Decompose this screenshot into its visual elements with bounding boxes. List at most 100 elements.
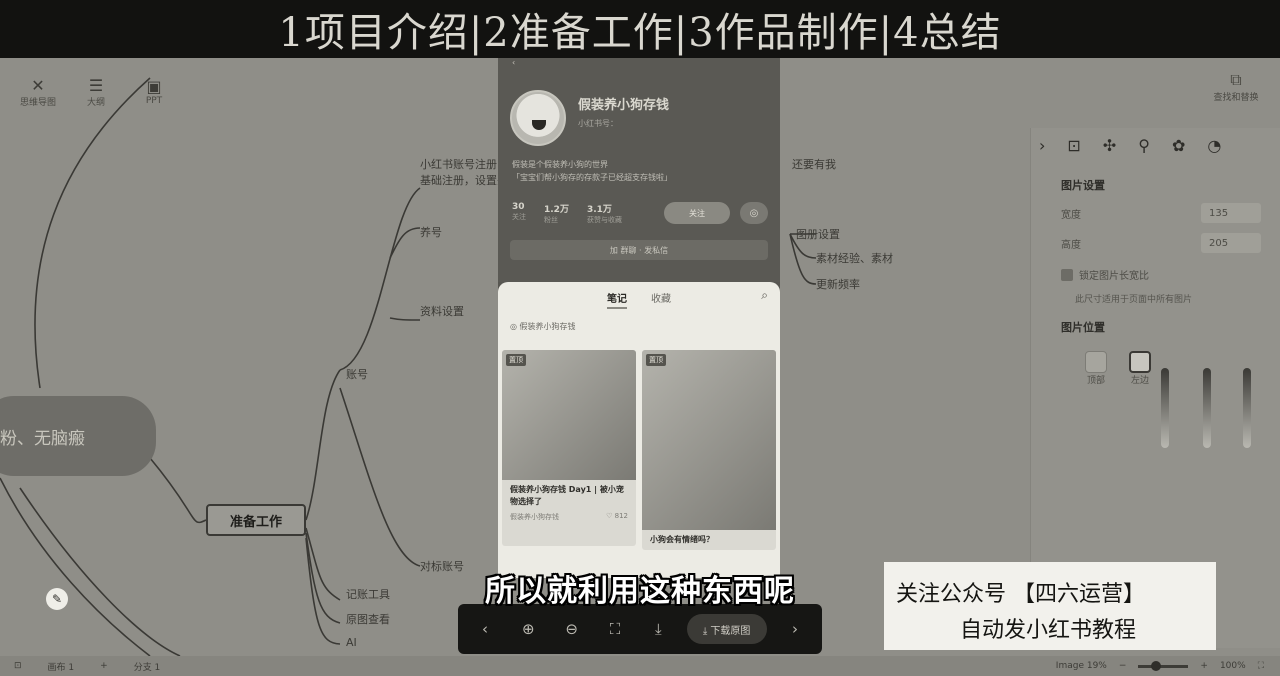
zoom-controls: Image 19% − + 100% ⛶ [1056, 656, 1264, 676]
theme-icon[interactable]: ✎ [46, 588, 68, 610]
node-profile-settings[interactable]: 资料设置 [420, 303, 464, 319]
pinned-badge: 置顶 [646, 354, 666, 366]
canvas-tab[interactable]: 画布 1 [48, 660, 75, 673]
zoom-percent[interactable]: 100% [1220, 661, 1246, 671]
find-replace-label: 查找和替换 [1213, 93, 1259, 103]
bio-line-1: 假装是个假装养小狗的世界 [512, 160, 608, 169]
apply-all-hint: 此尺寸适用于页面中所有图片 [1075, 295, 1193, 305]
follow-button[interactable]: 关注 [664, 202, 730, 224]
height-input[interactable]: 205 [1201, 233, 1261, 253]
position-left-label: 左边 [1130, 376, 1149, 386]
node-material[interactable]: 素材经验、素材 [816, 250, 893, 266]
bio-line-2: 「宝宝们帮小狗存的存款子已经超支存钱啦」 [512, 173, 672, 182]
node-image-viewer[interactable]: 原图查看 [346, 611, 390, 627]
height-label: 高度 [1061, 239, 1081, 251]
find-replace-button[interactable]: ⧉ 查找和替换 [1212, 70, 1260, 103]
width-label: 宽度 [1061, 209, 1081, 221]
position-slider-2[interactable] [1203, 368, 1211, 448]
image-settings-tab-icon[interactable]: ✣ [1103, 136, 1116, 155]
node-preparation[interactable]: 准备工作 [206, 504, 306, 536]
profile-name: 假装养小狗存钱 [578, 98, 670, 113]
stat-followers-value: 1.2万 [544, 205, 569, 215]
title-banner: 1项目介绍|2准备工作|3作品制作|4总结 [0, 0, 1280, 58]
stat-followers-label: 粉丝 [544, 216, 558, 224]
tab-collections[interactable]: 收藏 [651, 290, 671, 309]
zoom-out-small-icon[interactable]: − [1119, 661, 1127, 671]
stat-likes-value: 3.1万 [586, 205, 612, 215]
node-me[interactable]: 还要有我 [792, 156, 836, 172]
marker-tab-icon[interactable]: ⚲ [1138, 136, 1150, 155]
height-row: 高度 205 [1061, 233, 1280, 253]
banner-title: 1项目介绍|2准备工作|3作品制作|4总结 [278, 10, 1002, 56]
center-node[interactable]: 粉、无脑瘢 [0, 396, 156, 476]
search-icon[interactable]: ⌕ [761, 288, 768, 303]
note-image: 置顶 [502, 350, 636, 480]
image-preview: ‹ 假装养小狗存钱 小红书号： 假装是个假装养小狗的世界 「宝宝们帮小狗存的存款… [498, 58, 780, 578]
next-icon[interactable]: › [780, 614, 810, 644]
sticker-tab-icon[interactable]: ✿ [1172, 136, 1185, 155]
prev-icon[interactable]: ‹ [470, 614, 500, 644]
note-likes: ♡ 812 [606, 512, 628, 520]
note-meta: 假装养小狗存钱 ♡ 812 [502, 512, 636, 522]
position-top-icon [1085, 351, 1107, 373]
group-chat-bar[interactable]: 加 群聊 · 发私信 [510, 240, 768, 260]
lock-ratio-checkbox[interactable] [1061, 268, 1073, 281]
fullscreen-icon[interactable]: ⛶ [600, 614, 630, 644]
note-card[interactable]: 置顶 小狗会有情绪吗？ [642, 350, 776, 550]
pinned-header: ◎ 假装养小狗存钱 [510, 322, 576, 331]
zoom-slider[interactable] [1138, 660, 1189, 671]
notes-feed: 笔记 收藏 ⌕ ◎ 假装养小狗存钱 置顶 假装养小狗存钱 Day1 | 被小宠物… [498, 282, 780, 578]
node-album-settings[interactable]: 图册设置 [796, 226, 840, 242]
stat-likes-label: 获赞与收藏 [586, 216, 622, 224]
image-settings-title: 图片设置 [1061, 179, 1105, 192]
stat-likes: 3.1万 获赞与收藏 [587, 202, 622, 225]
stat-following-label: 关注 [512, 213, 526, 221]
width-input[interactable]: 135 [1201, 203, 1261, 223]
node-ai[interactable]: AI [346, 636, 357, 649]
message-icon[interactable]: ◎ [740, 202, 768, 224]
width-row: 宽度 135 [1061, 203, 1280, 223]
position-top-label: 顶部 [1086, 376, 1105, 386]
image-viewer-controls: ‹ ⊕ ⊖ ⛶ ⤓ ⤓ 下载原图 › [458, 604, 822, 654]
canvas-list-icon[interactable]: ⊡ [14, 661, 22, 671]
note-author: 假装养小狗存钱 [510, 513, 559, 521]
position-top-option[interactable]: 顶部 [1081, 351, 1111, 386]
profile-tabs: 笔记 收藏 [498, 282, 780, 309]
node-nurture[interactable]: 养号 [420, 224, 442, 240]
download-icon[interactable]: ⤓ [643, 614, 673, 644]
profile-stats: 30 关注 1.2万 粉丝 3.1万 获赞与收藏 [512, 202, 622, 225]
note-title: 假装养小狗存钱 Day1 | 被小宠物选择了 [510, 485, 624, 506]
find-replace-icon: ⧉ [1230, 70, 1242, 89]
zoom-in-small-icon[interactable]: + [1200, 661, 1208, 671]
tab-notes[interactable]: 笔记 [607, 290, 627, 309]
note-card[interactable]: 置顶 假装养小狗存钱 Day1 | 被小宠物选择了 假装养小狗存钱 ♡ 812 [502, 350, 636, 546]
zoom-out-icon[interactable]: ⊖ [557, 614, 587, 644]
node-account-register[interactable]: 小红书账号注册 [420, 156, 497, 172]
stat-following: 30 关注 [512, 202, 526, 225]
fit-screen-icon[interactable]: ⛶ [1258, 661, 1264, 671]
download-original-button[interactable]: ⤓ 下载原图 [686, 614, 767, 644]
lock-ratio-label: 锁定图片长宽比 [1079, 271, 1149, 282]
history-tab-icon[interactable]: ◔ [1207, 136, 1221, 155]
stat-following-value: 30 [512, 202, 525, 212]
style-tab-icon[interactable]: ⊡ [1067, 136, 1080, 155]
avatar [510, 90, 566, 146]
add-canvas-icon[interactable]: + [100, 661, 108, 671]
image-position-title: 图片位置 [1061, 321, 1105, 334]
position-left-icon [1129, 351, 1151, 373]
note-title: 小狗会有情绪吗？ [650, 535, 714, 544]
pinned-badge: 置顶 [506, 354, 526, 366]
zoom-in-icon[interactable]: ⊕ [513, 614, 543, 644]
collapse-panel-icon[interactable]: › [1039, 136, 1045, 155]
position-slider-3[interactable] [1243, 368, 1251, 448]
profile-bio: 假装是个假装养小狗的世界 「宝宝们帮小狗存的存款子已经超支存钱啦」 [512, 158, 672, 184]
back-icon[interactable]: ‹ [498, 58, 780, 70]
node-account[interactable]: 账号 [346, 366, 368, 382]
stat-followers: 1.2万 粉丝 [544, 202, 569, 225]
position-slider-1[interactable] [1161, 368, 1169, 448]
position-left-option[interactable]: 左边 [1125, 351, 1155, 386]
promo-watermark: 关注公众号 【四六运营】 自动发小红书教程 [884, 562, 1216, 650]
profile-id: 小红书号： [578, 119, 618, 128]
zoom-slider-knob[interactable] [1151, 660, 1162, 671]
node-update-frequency[interactable]: 更新频率 [816, 276, 860, 292]
